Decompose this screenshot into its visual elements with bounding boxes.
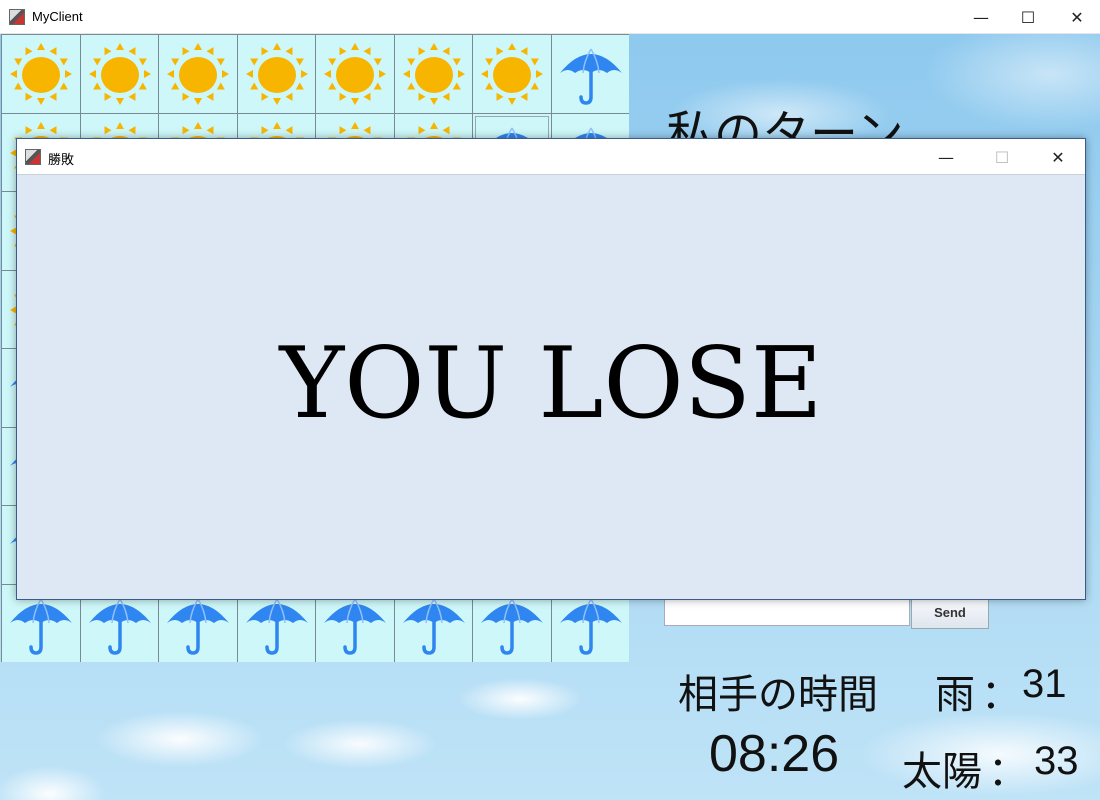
sun-separator: ： [988, 749, 1028, 795]
timer: 08:26 [709, 725, 840, 783]
result-text: YOU LOSE [279, 327, 823, 441]
dialog-minimize-button[interactable]: — [923, 139, 969, 175]
main-titlebar[interactable]: MyClient — ☐ ✕ [0, 0, 1100, 34]
board-cell[interactable] [473, 35, 551, 113]
board-cell[interactable] [2, 35, 80, 113]
window-title: MyClient [32, 9, 83, 24]
opponent-time-label: 相手の時間 [678, 672, 878, 718]
board-cell[interactable] [80, 35, 158, 113]
dialog-body: YOU LOSE [17, 175, 1085, 599]
board-cell[interactable] [551, 35, 629, 113]
minimize-button[interactable]: — [958, 0, 1004, 34]
dialog-title: 勝敗 [48, 153, 75, 168]
close-button[interactable]: ✕ [1054, 0, 1100, 34]
send-button[interactable]: Send [911, 596, 989, 629]
board-cell[interactable] [316, 35, 394, 113]
dialog-close-button[interactable]: ✕ [1035, 139, 1081, 175]
sun-label: 太陽： [902, 739, 1034, 797]
board-cell[interactable] [237, 35, 315, 113]
dialog-app-icon [25, 149, 41, 165]
board-cell[interactable] [394, 35, 472, 113]
rain-separator: ： [981, 672, 1021, 718]
board-cell[interactable] [159, 35, 237, 113]
dialog-maximize-button: ☐ [994, 147, 1010, 167]
app-icon [9, 9, 25, 25]
rain-label: 雨： [935, 662, 1027, 720]
dialog-titlebar[interactable]: 勝敗 — ☐ ✕ [17, 139, 1085, 175]
rain-label-text: 雨 [935, 672, 975, 718]
rain-count: 31 [1022, 662, 1067, 706]
result-dialog: 勝敗 — ☐ ✕ YOU LOSE [16, 138, 1086, 600]
maximize-button[interactable]: ☐ [1005, 0, 1051, 34]
sun-count: 33 [1034, 739, 1079, 783]
sun-label-text: 太陽 [902, 749, 982, 795]
